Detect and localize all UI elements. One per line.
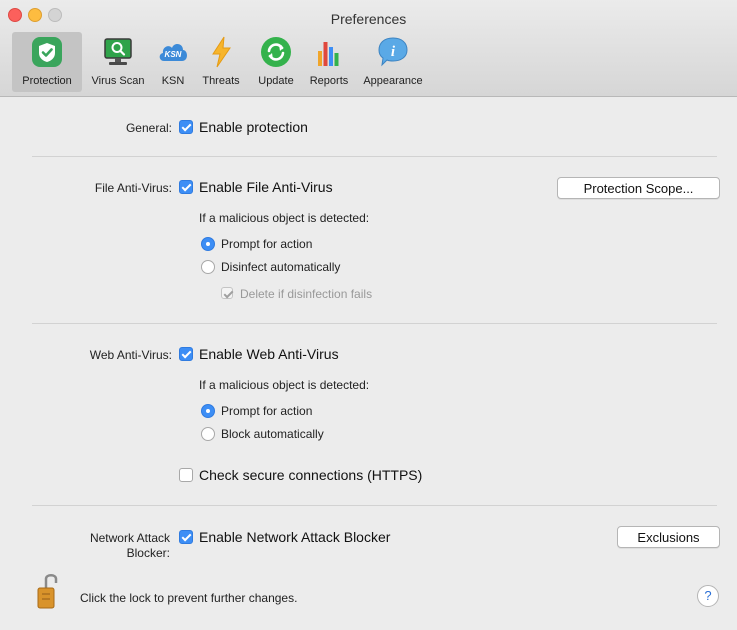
- network-attack-blocker-label: Network Attack Blocker:: [20, 531, 170, 561]
- check-secure-connections-label: Check secure connections (HTTPS): [199, 467, 423, 483]
- title-bar: Preferences Protection Virus Scan KSN KS…: [0, 0, 737, 97]
- separator: [32, 156, 717, 157]
- enable-protection-checkbox[interactable]: [179, 120, 193, 134]
- bar-chart-icon: [318, 42, 339, 66]
- info-icon: i: [378, 37, 408, 67]
- protection-pane: General: Enable protection File Anti-Vir…: [0, 97, 737, 630]
- web-av-prompt-radio[interactable]: [201, 404, 215, 418]
- exclusions-button[interactable]: Exclusions: [617, 526, 720, 548]
- file-anti-virus-label: File Anti-Virus:: [94, 181, 172, 195]
- file-av-prompt-radio[interactable]: [201, 237, 215, 251]
- preferences-toolbar: Protection Virus Scan KSN KSN Threats Up…: [12, 32, 430, 92]
- web-anti-virus-label: Web Anti-Virus:: [89, 348, 172, 362]
- block-automatically-radio[interactable]: [201, 427, 215, 441]
- enable-file-anti-virus-label: Enable File Anti-Virus: [199, 179, 333, 195]
- refresh-icon: [261, 37, 291, 67]
- enable-network-attack-blocker-label: Enable Network Attack Blocker: [199, 529, 391, 545]
- enable-web-anti-virus-label: Enable Web Anti-Virus: [199, 346, 339, 362]
- delete-if-disinfection-fails-checkbox[interactable]: [221, 287, 233, 299]
- tab-protection[interactable]: Protection: [12, 32, 82, 92]
- network-label-line2: Blocker:: [126, 546, 170, 560]
- general-label: General:: [125, 121, 172, 135]
- window-title: Preferences: [330, 11, 407, 27]
- separator: [32, 323, 717, 324]
- tab-threats[interactable]: Threats: [192, 32, 250, 92]
- ksn-badge: KSN: [165, 50, 182, 59]
- separator: [32, 505, 717, 506]
- file-av-prompt-label: Prompt for action: [221, 237, 313, 251]
- enable-network-attack-blocker-checkbox[interactable]: [179, 530, 193, 544]
- tab-virus-scan-label: Virus Scan: [91, 75, 145, 87]
- tab-virus-scan[interactable]: Virus Scan: [82, 32, 154, 92]
- tab-update[interactable]: Update: [250, 32, 302, 92]
- tab-protection-label: Protection: [22, 75, 72, 87]
- preferences-window: Preferences Protection Virus Scan KSN KS…: [0, 0, 737, 630]
- network-label-line1: Network Attack: [89, 531, 170, 545]
- protection-scope-button[interactable]: Protection Scope...: [557, 177, 720, 199]
- padlock-open-icon[interactable]: [36, 571, 60, 611]
- tab-ksn-label: KSN: [161, 75, 185, 87]
- tab-threats-label: Threats: [202, 75, 240, 87]
- block-automatically-label: Block automatically: [221, 427, 324, 441]
- tab-update-label: Update: [258, 75, 294, 87]
- tab-reports[interactable]: Reports: [302, 32, 356, 92]
- file-av-detected-text: If a malicious object is detected:: [199, 211, 370, 225]
- lightning-icon: [212, 36, 231, 68]
- lock-text: Click the lock to prevent further change…: [80, 591, 298, 605]
- cloud-ksn-icon: KSN: [159, 44, 187, 61]
- enable-protection-label: Enable protection: [199, 119, 308, 135]
- web-av-detected-text: If a malicious object is detected:: [199, 378, 370, 392]
- check-secure-connections-checkbox[interactable]: [179, 468, 193, 482]
- tab-appearance[interactable]: i Appearance: [356, 32, 430, 92]
- shield-icon: [32, 37, 62, 67]
- disinfect-automatically-label: Disinfect automatically: [221, 260, 341, 274]
- tab-ksn[interactable]: KSN KSN: [154, 32, 192, 92]
- help-button[interactable]: ?: [697, 585, 719, 607]
- tab-reports-label: Reports: [309, 75, 349, 87]
- web-av-prompt-label: Prompt for action: [221, 404, 313, 418]
- tab-appearance-label: Appearance: [363, 75, 423, 87]
- delete-if-disinfection-fails-label: Delete if disinfection fails: [240, 287, 373, 301]
- enable-file-anti-virus-checkbox[interactable]: [179, 180, 193, 194]
- enable-web-anti-virus-checkbox[interactable]: [179, 347, 193, 361]
- monitor-scan-icon: [104, 38, 132, 65]
- disinfect-automatically-radio[interactable]: [201, 260, 215, 274]
